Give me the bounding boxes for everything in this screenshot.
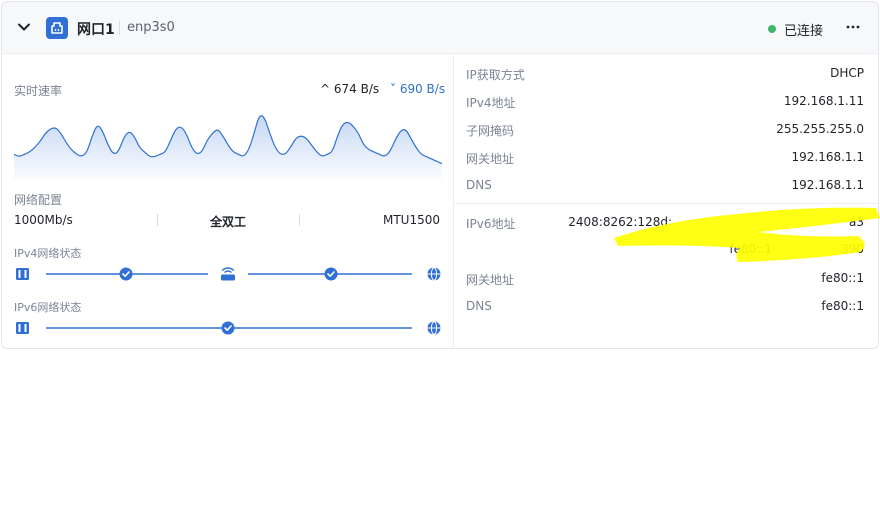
- ipv4-address-value: 192.168.1.11: [783, 94, 864, 108]
- ipv6-linklocal-value: fe80::1: [729, 242, 772, 256]
- card-header[interactable]: 网口1 enp3s0 已连接: [2, 2, 878, 54]
- mtu-value: MTU1500: [382, 213, 440, 227]
- interface-name: enp3s0: [127, 20, 175, 35]
- subnet-mask-label: 子网掩码: [466, 124, 515, 138]
- ipv6-gateway-value: fe80::1: [821, 271, 864, 285]
- ipv4-status-title: IPv4网络状态: [14, 247, 82, 260]
- ip-method-value: DHCP: [830, 66, 864, 80]
- upload-speed-value: 674 B/s: [333, 82, 380, 96]
- router-icon: [221, 267, 235, 281]
- network-config-title: 网络配置: [14, 193, 63, 207]
- header-separator: [119, 21, 120, 35]
- download-arrow-icon: ˅: [390, 82, 396, 96]
- ipv4-status-track: [12, 264, 452, 284]
- ipv6-address-tail: a3: [849, 215, 864, 229]
- device-icon: [16, 268, 29, 280]
- ipv6-status-track: [12, 318, 452, 338]
- more-horizontal-icon[interactable]: [842, 16, 864, 38]
- config-separator: [299, 214, 300, 226]
- duplex-mode: 全双工: [210, 215, 247, 229]
- upload-speed: ^ 674 B/s: [320, 82, 379, 96]
- traffic-chart: [14, 115, 442, 180]
- link-speed: 1000Mb/s: [14, 213, 73, 227]
- check-icon: [221, 321, 235, 335]
- upload-arrow-icon: ^: [320, 82, 331, 96]
- download-speed: ˅ 690 B/s: [390, 82, 445, 96]
- ip-method-label: IP获取方式: [466, 68, 525, 82]
- traffic-title: 实时速率: [14, 84, 63, 98]
- port-name: 网口1: [77, 22, 115, 38]
- ipv4-dns-value: 192.168.1.1: [791, 178, 864, 192]
- globe-icon: [427, 321, 441, 335]
- ipv6-linklocal-tail: 390: [841, 242, 864, 256]
- ipv6-address-label: IPv6地址: [466, 217, 516, 231]
- network-port-card: 网口1 enp3s0 已连接 实时速率 ^ 674 B/s ˅ 690 B/s …: [1, 1, 879, 349]
- device-icon: [16, 322, 29, 334]
- ipv4-gateway-value: 192.168.1.1: [791, 150, 864, 164]
- ipv6-address-value: 2408:8262:128d:: [568, 215, 672, 229]
- ipv4-address-label: IPv4地址: [466, 96, 516, 110]
- status-dot: [768, 25, 776, 33]
- ethernet-port-icon: [46, 17, 68, 39]
- column-divider: [453, 54, 454, 348]
- ipv4-dns-label: DNS: [466, 178, 492, 192]
- ipv6-dns-value: fe80::1: [821, 299, 864, 313]
- section-divider: [454, 203, 878, 204]
- connection-status: 已连接: [784, 24, 824, 39]
- ipv4-gateway-label: 网关地址: [466, 152, 515, 166]
- chevron-down-icon[interactable]: [16, 19, 32, 35]
- config-separator: [157, 214, 158, 226]
- download-speed-value: 690 B/s: [399, 82, 446, 96]
- ipv6-status-title: IPv6网络状态: [14, 301, 82, 314]
- globe-icon: [427, 267, 441, 281]
- traffic-area: [14, 115, 442, 180]
- check-icon: [324, 267, 338, 281]
- ipv6-dns-label: DNS: [466, 299, 492, 313]
- ipv6-gateway-label: 网关地址: [466, 273, 515, 287]
- check-icon: [119, 267, 133, 281]
- subnet-mask-value: 255.255.255.0: [776, 122, 864, 136]
